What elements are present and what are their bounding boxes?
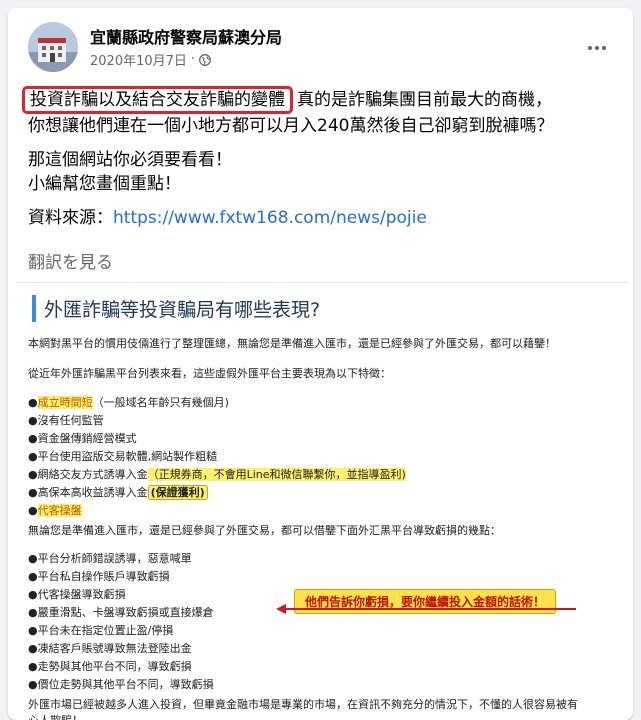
image-intro-2: 從近年外匯詐騙黑平台列表來看，這些虛假外匯平台主要表現為以下特徵： (28, 367, 391, 380)
loss-8: ●價位走勢與其他平台不同，導致虧損 (28, 678, 214, 691)
feature-4: ●平台使用盜版交易軟體,網站製作粗糙 (28, 450, 218, 463)
post-line-3: 那這個網站你必須要看看！ (28, 150, 232, 170)
feature-7: ●代客操盤 (28, 502, 82, 518)
image-intro-3: 無論您是準備進入匯市，還是已經參與了外匯交易，都可以借鑒下面外汇黑平台導致虧損的… (28, 524, 501, 537)
post-line-1: 投資詐騙以及結合交友詐騙的變體 真的是詐騙集團目前最大的商機， (22, 86, 619, 114)
post-line-1-rest: 真的是詐騙集團目前最大的商機， (297, 90, 552, 110)
post-card: 宜蘭縣政府警察局蘇澳分局 2020年10月7日 · 投資詐騙以及結合交友詐騙的變… (8, 8, 633, 720)
feature-bullet: ● (28, 396, 38, 409)
feature-1: ●成立時間短（一般域名年齡只有幾個月) (28, 394, 229, 410)
post-line-4: 小編幫您畫個重點！ (28, 174, 181, 194)
post-body: 投資詐騙以及結合交友詐騙的變體 真的是詐騙集團目前最大的商機， 你想讓他們連在一個… (22, 86, 619, 230)
source-link[interactable]: https://www.fxtw168.com/news/pojie (113, 208, 427, 228)
globe-icon[interactable] (199, 53, 211, 66)
feature-boxed-highlight: (保證獲利) (147, 485, 208, 500)
feature-highlight: 代客操盤 (37, 504, 82, 517)
feature-5: ●網絡交友方式誘導入金（正規券商，不會用Line和微信聯繫你，並指導盈利) (28, 466, 406, 482)
loss-2: ●平台私自操作賬戶導致虧損 (28, 570, 170, 583)
loss-6: ●凍結客戶賬號導致無法登陸出金 (28, 642, 192, 655)
feature-text: （一般域名年齡只有幾個月) (92, 396, 229, 409)
loss-3: ●代客操盤導致虧損 (28, 588, 126, 601)
feature-text: ●網絡交友方式誘導入金 (28, 468, 148, 481)
feature-bullet: ● (28, 504, 38, 517)
loss-5: ●平台未在指定位置止盈/停損 (28, 624, 174, 637)
post-header: 宜蘭縣政府警察局蘇澳分局 2020年10月7日 · (28, 22, 617, 74)
feature-text: ●高保本高收益誘導入金 (28, 486, 148, 499)
feature-6: ●高保本高收益誘導入金 (保證獲利) (28, 484, 208, 500)
feature-highlight: 成立時間短 (37, 396, 93, 409)
post-source: 資料來源：https://www.fxtw168.com/news/pojie (28, 206, 619, 230)
loss-1: ●平台分析師錯誤誘導，惡意喊單 (28, 552, 192, 565)
red-arrow-icon (276, 604, 576, 614)
more-icon-dot (595, 46, 599, 50)
more-icon (588, 46, 592, 50)
more-options-button[interactable] (583, 34, 611, 62)
post-meta: 2020年10月7日 · (90, 50, 211, 69)
feature-3: ●資金盤傳銷經營模式 (28, 432, 137, 445)
image-intro: 本網對黑平台的慣用伎倆進行了整理匯總，無論您是準備進入匯市，還是已經參與了外匯交… (28, 337, 556, 350)
page-name-link[interactable]: 宜蘭縣政府警察局蘇澳分局 (90, 24, 282, 48)
feature-2: ●沒有任何監管 (28, 414, 104, 427)
building-avatar-image (28, 22, 78, 72)
page-avatar[interactable] (28, 22, 78, 72)
feature-highlight: （正規券商，不會用Line和微信聯繫你，並指導盈利) (147, 468, 406, 481)
red-highlight-box: 投資詐騙以及結合交友詐騙的變體 (22, 86, 293, 114)
image-footer-2: 心人欺騙！ (28, 712, 83, 720)
see-translation-link[interactable]: 翻訳を見る (28, 248, 113, 273)
meta-separator: · (190, 52, 196, 67)
post-line-2: 你想讓他們連在一個小地方都可以月入240萬然後自己卻窮到脫褲嗎？ (28, 116, 554, 136)
source-label: 資料來源： (28, 208, 113, 228)
image-footer-1: 外匯市場已經被越多人進入投資，但畢竟金融市場是專業的市場，在資訊不夠充分的情況下… (28, 698, 578, 711)
loss-4: ●嚴重滑點、卡盤導致虧損或直接爆倉 (28, 606, 214, 619)
image-title: 外匯詐騙等投資騙局有哪些表現? (32, 295, 320, 322)
more-icon-dot (602, 46, 606, 50)
post-date[interactable]: 2020年10月7日 (90, 50, 187, 69)
loss-7: ●走勢與其他平台不同，導致虧損 (28, 660, 192, 673)
